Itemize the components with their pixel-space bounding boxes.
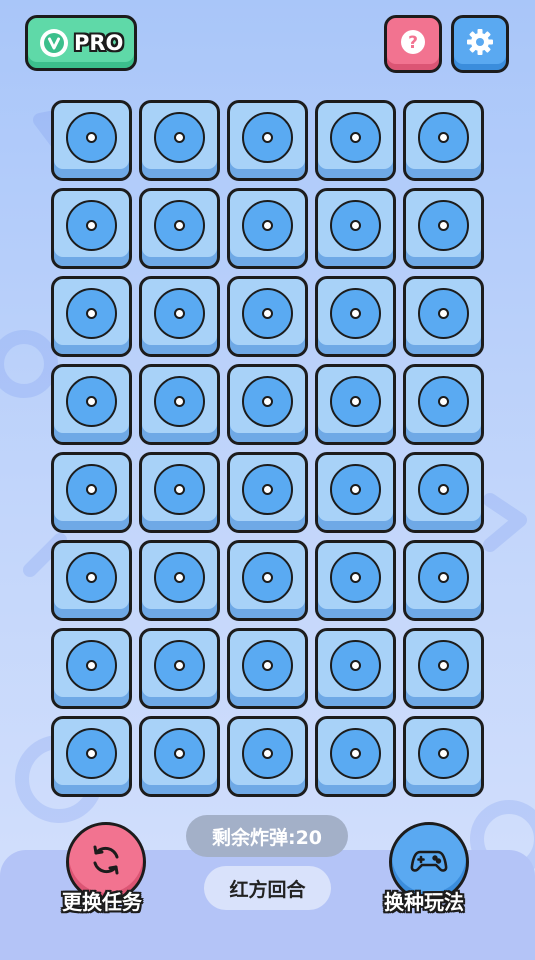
disc-icon [330, 376, 381, 427]
disc-icon [418, 552, 469, 603]
disc-icon [242, 288, 293, 339]
disc-icon [330, 728, 381, 779]
swap-task-label[interactable]: 更换任务 [62, 886, 142, 915]
board-tile[interactable] [315, 100, 396, 181]
disc-icon [66, 288, 117, 339]
disc-icon [154, 112, 205, 163]
board-tile[interactable] [227, 100, 308, 181]
disc-icon [418, 200, 469, 251]
question-icon: ? [399, 28, 427, 60]
pro-button[interactable]: PRO [25, 15, 137, 71]
board-tile[interactable] [227, 188, 308, 269]
board-tile[interactable] [51, 364, 132, 445]
board-tile[interactable] [403, 628, 484, 709]
board-tile[interactable] [51, 276, 132, 357]
board-tile[interactable] [227, 628, 308, 709]
disc-icon [66, 464, 117, 515]
board-tile[interactable] [315, 628, 396, 709]
help-button[interactable]: ? [384, 15, 442, 73]
board-tile[interactable] [315, 276, 396, 357]
disc-icon [330, 552, 381, 603]
disc-icon [66, 728, 117, 779]
disc-icon [330, 288, 381, 339]
refresh-icon [86, 840, 126, 884]
board-tile[interactable] [315, 452, 396, 533]
disc-icon [154, 200, 205, 251]
board-tile[interactable] [403, 452, 484, 533]
disc-icon [154, 464, 205, 515]
board-tile[interactable] [315, 540, 396, 621]
board-tile[interactable] [51, 628, 132, 709]
disc-icon [242, 552, 293, 603]
disc-icon [330, 112, 381, 163]
board-tile[interactable] [139, 276, 220, 357]
board-tile[interactable] [139, 364, 220, 445]
disc-icon [418, 288, 469, 339]
board-tile[interactable] [403, 716, 484, 797]
board-tile[interactable] [403, 364, 484, 445]
board-tile[interactable] [51, 188, 132, 269]
board-tile[interactable] [227, 452, 308, 533]
disc-icon [66, 552, 117, 603]
board-tile[interactable] [227, 716, 308, 797]
turn-indicator: 红方回合 [204, 866, 331, 910]
disc-icon [66, 376, 117, 427]
disc-icon [418, 728, 469, 779]
board-tile[interactable] [139, 100, 220, 181]
svg-text:?: ? [408, 33, 418, 53]
board-tile[interactable] [227, 540, 308, 621]
disc-icon [330, 640, 381, 691]
board-tile[interactable] [51, 100, 132, 181]
disc-icon [66, 200, 117, 251]
board-tile[interactable] [315, 716, 396, 797]
board-tile[interactable] [315, 364, 396, 445]
disc-icon [242, 728, 293, 779]
board-tile[interactable] [227, 276, 308, 357]
board-tile[interactable] [139, 628, 220, 709]
disc-icon [330, 464, 381, 515]
board-tile[interactable] [403, 188, 484, 269]
game-board [51, 100, 484, 797]
board-tile[interactable] [51, 452, 132, 533]
board-tile[interactable] [51, 716, 132, 797]
board-tile[interactable] [403, 540, 484, 621]
disc-icon [418, 640, 469, 691]
board-tile[interactable] [403, 100, 484, 181]
pro-label: PRO [74, 31, 124, 55]
v-badge-icon [40, 29, 68, 57]
disc-icon [154, 288, 205, 339]
board-tile[interactable] [51, 540, 132, 621]
disc-icon [154, 376, 205, 427]
disc-icon [242, 376, 293, 427]
disc-icon [418, 464, 469, 515]
disc-icon [418, 376, 469, 427]
bombs-remaining-indicator: 剩余炸弹:20 [186, 815, 348, 857]
board-tile[interactable] [139, 188, 220, 269]
change-mode-label[interactable]: 换种玩法 [384, 886, 464, 915]
disc-icon [418, 112, 469, 163]
board-tile[interactable] [139, 716, 220, 797]
disc-icon [242, 112, 293, 163]
disc-icon [242, 640, 293, 691]
board-tile[interactable] [139, 540, 220, 621]
disc-icon [330, 200, 381, 251]
disc-icon [154, 728, 205, 779]
gamepad-icon [408, 839, 450, 885]
disc-icon [154, 640, 205, 691]
board-tile[interactable] [139, 452, 220, 533]
disc-icon [66, 640, 117, 691]
disc-icon [154, 552, 205, 603]
board-tile[interactable] [227, 364, 308, 445]
disc-icon [242, 200, 293, 251]
gear-icon [465, 27, 495, 61]
disc-icon [66, 112, 117, 163]
disc-icon [242, 464, 293, 515]
settings-button[interactable] [451, 15, 509, 73]
board-tile[interactable] [315, 188, 396, 269]
board-tile[interactable] [403, 276, 484, 357]
